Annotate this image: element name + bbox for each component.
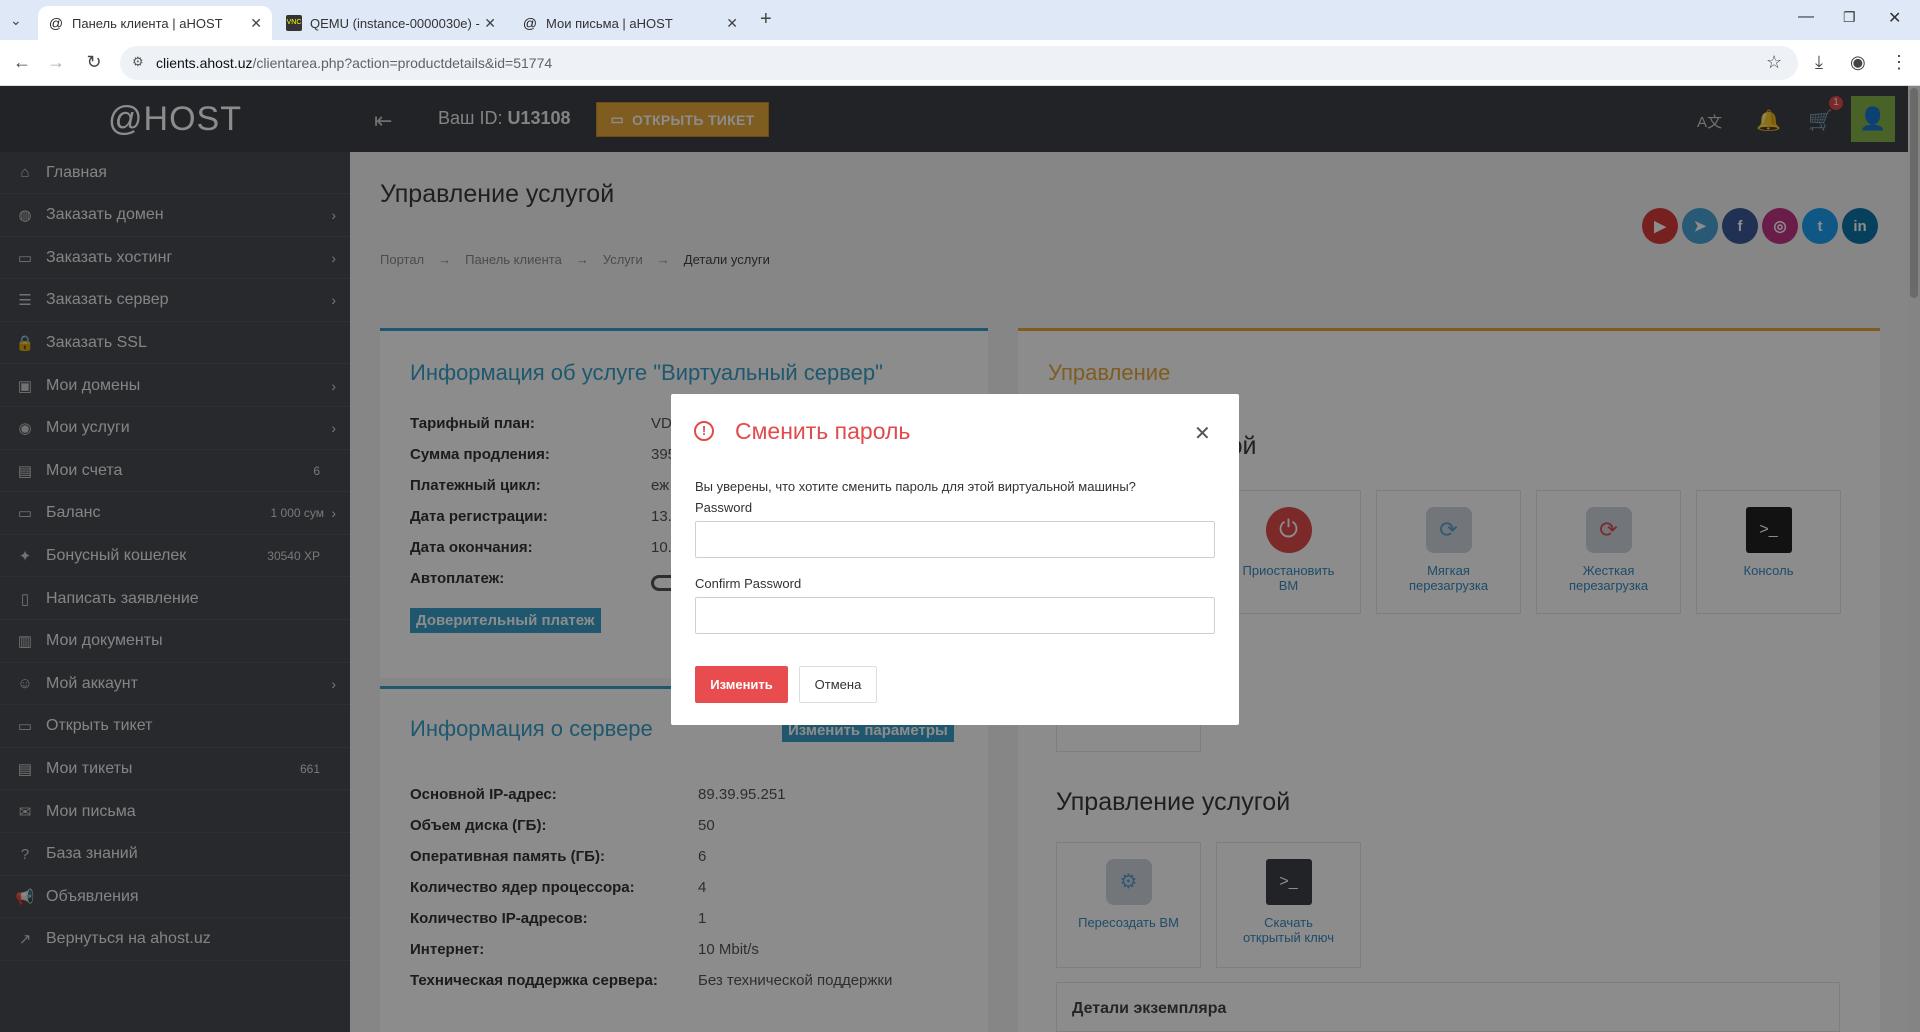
minimize-icon[interactable]: — (1798, 8, 1814, 26)
close-icon[interactable]: ✕ (484, 15, 496, 32)
url-path: /clientarea.php?action=productdetails&id… (252, 55, 553, 71)
back-icon[interactable]: ← (10, 52, 34, 73)
address-bar[interactable]: ⚙ clients.ahost.uz/clientarea.php?action… (120, 46, 1798, 80)
close-icon[interactable]: ✕ (726, 15, 738, 32)
tab-search-button[interactable]: ⌄ (10, 12, 22, 29)
confirm-password-input[interactable] (695, 597, 1215, 634)
profile-icon[interactable]: ◉ (1850, 52, 1866, 73)
restore-icon[interactable]: ❐ (1843, 9, 1856, 26)
password-label: Password (695, 500, 753, 515)
cancel-button[interactable]: Отмена (799, 666, 877, 703)
browser-tab-active[interactable]: @ Панель клиента | aHOST ✕ (38, 6, 272, 40)
confirm-password-label: Confirm Password (695, 576, 802, 591)
tab-label: Мои письма | aHOST (546, 15, 673, 31)
vnc-icon: VNC (286, 15, 302, 31)
window-close-icon[interactable]: ✕ (1888, 8, 1901, 28)
modal-title: Сменить пароль (735, 418, 911, 444)
bookmark-star-icon[interactable]: ☆ (1766, 52, 1782, 73)
menu-icon[interactable]: ⋮ (1890, 52, 1908, 73)
download-icon[interactable]: ⤓ (1815, 52, 1823, 73)
tab-label: QEMU (instance-0000030e) - no (310, 15, 480, 31)
reload-icon[interactable]: ↻ (82, 52, 106, 73)
tab-label: Панель клиента | aHOST (72, 15, 223, 31)
browser-tab[interactable]: VNC QEMU (instance-0000030e) - no ✕ (276, 6, 506, 40)
forward-icon[interactable]: → (44, 52, 68, 73)
password-input[interactable] (695, 521, 1215, 558)
site-info-icon[interactable]: ⚙ (132, 54, 144, 70)
new-tab-button[interactable]: + (760, 8, 772, 31)
warning-icon: ! (694, 421, 714, 441)
url-host: clients.ahost.uz (156, 55, 253, 71)
modal-message: Вы уверены, что хотите сменить пароль дл… (695, 479, 1136, 494)
browser-tab[interactable]: @ Мои письма | aHOST ✕ (512, 6, 748, 40)
close-icon[interactable]: ✕ (1194, 421, 1211, 446)
at-sign-icon: @ (48, 15, 64, 31)
at-sign-icon: @ (522, 15, 538, 31)
change-button[interactable]: Изменить (695, 666, 788, 703)
close-icon[interactable]: ✕ (250, 15, 262, 32)
